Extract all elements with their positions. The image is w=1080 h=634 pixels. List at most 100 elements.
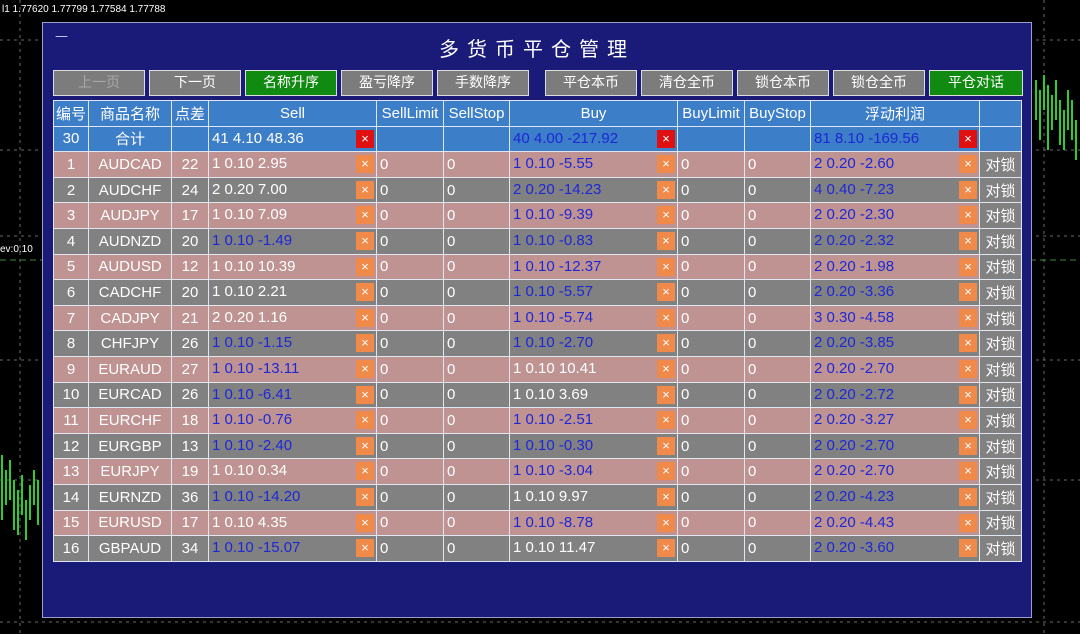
- close-symbol-icon[interactable]: ×: [959, 334, 977, 353]
- close-buy-icon[interactable]: ×: [657, 385, 675, 404]
- close-hedge-button[interactable]: 平仓对话: [929, 70, 1023, 96]
- close-sell-icon[interactable]: ×: [356, 359, 374, 378]
- hedge-lock-button[interactable]: 对锁: [979, 202, 1022, 229]
- row-profit: 2 0.20 -2.70: [814, 462, 895, 480]
- row-profit: 2 0.20 -2.70: [814, 436, 895, 454]
- hedge-lock-button[interactable]: 对锁: [979, 509, 1022, 537]
- close-sell-icon[interactable]: ×: [356, 180, 374, 199]
- hedge-lock-button[interactable]: 对锁: [979, 483, 1022, 511]
- sort-pnl-desc-button[interactable]: 盈亏降序: [341, 70, 433, 96]
- hedge-lock-button[interactable]: 对锁: [979, 432, 1022, 460]
- lock-all-currency-button[interactable]: 锁仓全币: [833, 70, 925, 96]
- hedge-lock-button[interactable]: 对锁: [979, 407, 1022, 434]
- close-buy-icon[interactable]: ×: [657, 436, 675, 455]
- close-this-currency-button[interactable]: 平仓本币: [545, 70, 637, 96]
- row-sell-stop: 0: [443, 381, 510, 409]
- hedge-lock-button[interactable]: 对锁: [979, 227, 1022, 255]
- close-buy-icon[interactable]: ×: [657, 155, 675, 174]
- row-profit-cell: 2 0.20 -2.70 ×: [810, 458, 980, 485]
- close-buy-icon[interactable]: ×: [657, 487, 675, 506]
- close-buy-icon[interactable]: ×: [657, 334, 675, 353]
- close-sell-icon[interactable]: ×: [356, 206, 374, 225]
- close-symbol-icon[interactable]: ×: [959, 308, 977, 327]
- close-symbol-icon[interactable]: ×: [959, 385, 977, 404]
- row-buy-stop: 0: [744, 253, 811, 281]
- prev-page-button[interactable]: 上一页: [53, 70, 145, 96]
- close-sell-icon[interactable]: ×: [356, 257, 374, 276]
- close-symbol-icon[interactable]: ×: [959, 257, 977, 276]
- close-buy-icon[interactable]: ×: [657, 283, 675, 302]
- row-profit-cell: 4 0.40 -7.23 ×: [810, 176, 980, 204]
- close-symbol-icon[interactable]: ×: [959, 462, 977, 481]
- close-sell-all-icon[interactable]: ×: [356, 129, 374, 148]
- row-sell-stop: 0: [443, 355, 510, 383]
- close-buy-icon[interactable]: ×: [657, 462, 675, 481]
- close-buy-icon[interactable]: ×: [657, 539, 675, 558]
- close-buy-icon[interactable]: ×: [657, 231, 675, 250]
- close-sell-icon[interactable]: ×: [356, 231, 374, 250]
- row-profit: 2 0.20 -2.70: [814, 359, 895, 377]
- row-sell: 2 0.20 1.16: [212, 308, 288, 326]
- close-sell-icon[interactable]: ×: [356, 308, 374, 327]
- close-symbol-icon[interactable]: ×: [959, 411, 977, 430]
- row-spread: 20: [171, 279, 209, 306]
- close-sell-icon[interactable]: ×: [356, 155, 374, 174]
- hedge-lock-button[interactable]: 对锁: [979, 381, 1022, 409]
- row-id: 7: [53, 304, 89, 332]
- close-sell-icon[interactable]: ×: [356, 283, 374, 302]
- table-row: 14 EURNZD 36 1 0.10 -14.20 × 0 0 1 0.10 9.97 × 0 0…: [53, 483, 1022, 511]
- close-symbol-icon[interactable]: ×: [959, 487, 977, 506]
- close-sell-icon[interactable]: ×: [356, 462, 374, 481]
- close-symbol-icon[interactable]: ×: [959, 283, 977, 302]
- close-symbol-icon[interactable]: ×: [959, 206, 977, 225]
- close-sell-icon[interactable]: ×: [356, 436, 374, 455]
- close-buy-icon[interactable]: ×: [657, 180, 675, 199]
- row-id: 11: [53, 407, 89, 434]
- close-buy-icon[interactable]: ×: [657, 359, 675, 378]
- hedge-lock-button[interactable]: 对锁: [979, 151, 1022, 178]
- close-sell-icon[interactable]: ×: [356, 385, 374, 404]
- close-buy-icon[interactable]: ×: [657, 308, 675, 327]
- close-buy-all-icon[interactable]: ×: [657, 129, 675, 148]
- row-sell-limit: 0: [376, 279, 444, 306]
- close-sell-icon[interactable]: ×: [356, 539, 374, 558]
- close-sell-icon[interactable]: ×: [356, 411, 374, 430]
- row-buy-stop: 0: [744, 432, 811, 460]
- row-sell-stop: 0: [443, 151, 510, 178]
- hedge-lock-button[interactable]: 对锁: [979, 304, 1022, 332]
- close-symbol-icon[interactable]: ×: [959, 359, 977, 378]
- hedge-lock-button[interactable]: 对锁: [979, 458, 1022, 485]
- close-symbol-icon[interactable]: ×: [959, 436, 977, 455]
- close-buy-icon[interactable]: ×: [657, 513, 675, 532]
- row-sell: 1 0.10 0.34: [212, 462, 288, 480]
- next-page-button[interactable]: 下一页: [149, 70, 241, 96]
- table-row: 10 EURCAD 26 1 0.10 -6.41 × 0 0 1 0.10 3.69 × 0 0 2…: [53, 381, 1022, 409]
- close-buy-icon[interactable]: ×: [657, 411, 675, 430]
- hedge-lock-button[interactable]: 对锁: [979, 330, 1022, 357]
- row-sell: 1 0.10 7.09: [212, 206, 288, 224]
- hedge-lock-button[interactable]: 对锁: [979, 279, 1022, 306]
- row-spread: 13: [171, 432, 209, 460]
- hedge-lock-button[interactable]: 对锁: [979, 253, 1022, 281]
- close-symbol-icon[interactable]: ×: [959, 155, 977, 174]
- close-sell-icon[interactable]: ×: [356, 513, 374, 532]
- close-buy-icon[interactable]: ×: [657, 206, 675, 225]
- close-all-currency-button[interactable]: 清仓全币: [641, 70, 733, 96]
- close-symbol-icon[interactable]: ×: [959, 180, 977, 199]
- close-all-positions-icon[interactable]: ×: [959, 129, 977, 148]
- close-symbol-icon[interactable]: ×: [959, 513, 977, 532]
- hedge-lock-button[interactable]: 对锁: [979, 355, 1022, 383]
- sort-name-asc-button[interactable]: 名称升序: [245, 70, 337, 96]
- summary-buy-cell: 40 4.00 -217.92 ×: [509, 125, 678, 153]
- hedge-lock-button[interactable]: 对锁: [979, 535, 1022, 562]
- close-symbol-icon[interactable]: ×: [959, 231, 977, 250]
- close-buy-icon[interactable]: ×: [657, 257, 675, 276]
- lock-this-currency-button[interactable]: 锁仓本币: [737, 70, 829, 96]
- close-sell-icon[interactable]: ×: [356, 334, 374, 353]
- sort-lots-desc-button[interactable]: 手数降序: [437, 70, 529, 96]
- hedge-lock-button[interactable]: 对锁: [979, 176, 1022, 204]
- close-symbol-icon[interactable]: ×: [959, 539, 977, 558]
- row-profit: 4 0.40 -7.23: [814, 180, 895, 198]
- row-sell-limit: 0: [376, 355, 444, 383]
- close-sell-icon[interactable]: ×: [356, 487, 374, 506]
